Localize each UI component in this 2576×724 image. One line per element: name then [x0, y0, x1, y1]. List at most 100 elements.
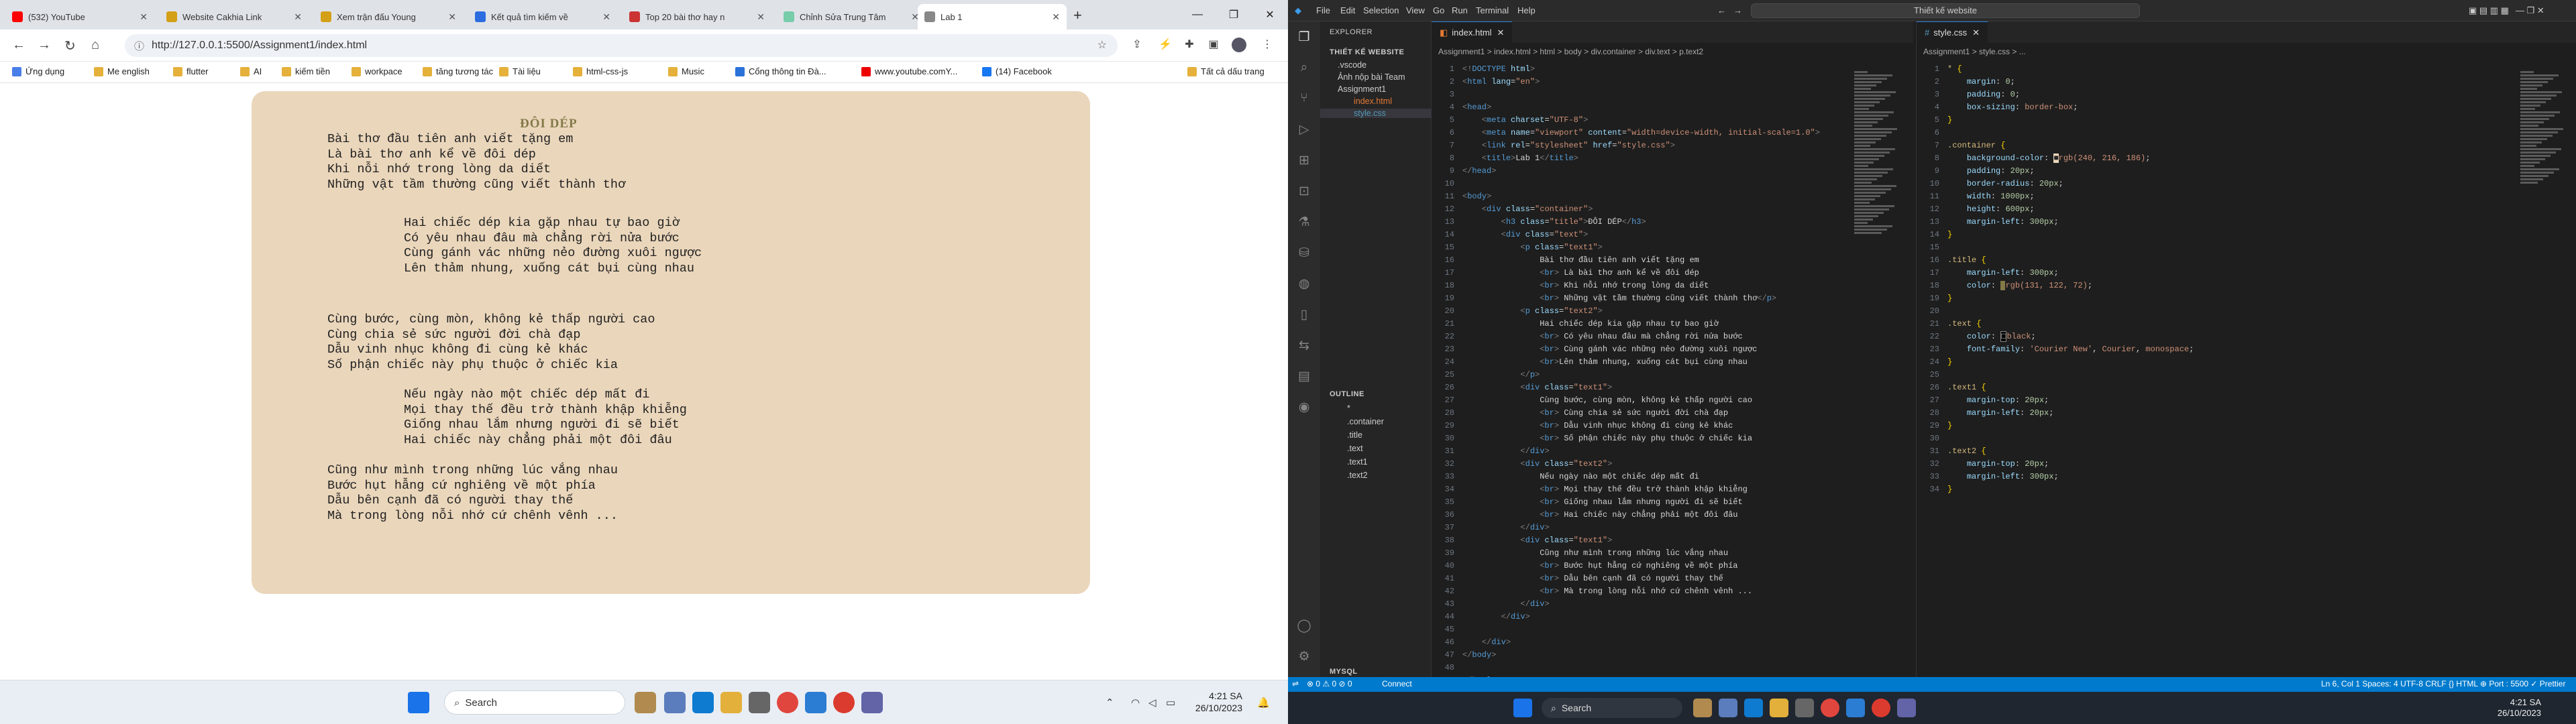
- chrome-icon-2[interactable]: [1821, 699, 1839, 717]
- tab-style-css[interactable]: # style.css ✕: [1917, 21, 1988, 43]
- browser-tab[interactable]: Top 20 bài thơ hay n ✕: [623, 4, 771, 29]
- tab-close-icon[interactable]: ✕: [140, 11, 148, 23]
- code-line[interactable]: <br> Dẫu vinh nhục không đi cùng kẻ khác: [1462, 421, 1733, 430]
- menu-go[interactable]: Go: [1433, 5, 1444, 15]
- docker-icon[interactable]: ◍: [1296, 276, 1312, 292]
- nav-back-icon[interactable]: ←: [1717, 5, 1726, 15]
- bookmark-item[interactable]: Tài liệu: [499, 66, 541, 76]
- share-icon[interactable]: ⇪: [1130, 38, 1144, 52]
- code-line[interactable]: <html lang="en">: [1462, 77, 1540, 86]
- terminal-icon[interactable]: [749, 692, 770, 713]
- settings-gear-icon[interactable]: ⚙: [1296, 649, 1312, 665]
- code-line[interactable]: <body>: [1462, 192, 1491, 201]
- tree-folder-assignment1[interactable]: Assignment1: [1338, 84, 1386, 94]
- code-line[interactable]: <meta name="viewport" content="width=dev…: [1462, 128, 1820, 137]
- tab-close-icon[interactable]: ✕: [757, 11, 765, 23]
- bookmark-item[interactable]: flutter: [173, 66, 209, 76]
- menu-dots-icon[interactable]: ⋮: [1260, 38, 1275, 52]
- copilot-icon[interactable]: [664, 692, 686, 713]
- vscode-taskbar-icon-2[interactable]: [1744, 699, 1763, 717]
- avatar[interactable]: [1232, 38, 1246, 52]
- tab-close-icon[interactable]: ✕: [448, 11, 456, 23]
- code-line[interactable]: box-sizing: border-box;: [1947, 103, 2078, 112]
- tab-close-icon[interactable]: ✕: [1052, 11, 1060, 23]
- back-icon[interactable]: ←: [12, 38, 25, 53]
- testing-icon[interactable]: ⚗: [1296, 215, 1312, 231]
- outline-item[interactable]: *: [1347, 404, 1350, 413]
- code-line[interactable]: <br> Giống nhau lắm nhưng người đi sẽ bi…: [1462, 497, 1742, 507]
- wifi-icon[interactable]: ◠: [1131, 697, 1140, 709]
- outline-item[interactable]: .text1: [1347, 457, 1368, 467]
- widgets-icon[interactable]: [635, 692, 656, 713]
- browser-tab[interactable]: Chỉnh Sửa Trung Tâm ✕: [777, 4, 926, 29]
- browser-tab[interactable]: Kết quả tìm kiếm về ✕: [468, 4, 617, 29]
- browser-tab[interactable]: Website Cakhia Link ✕: [160, 4, 309, 29]
- taskbar-search[interactable]: ⌕ Search: [444, 690, 625, 715]
- new-tab-button[interactable]: +: [1073, 7, 1082, 24]
- outline-item[interactable]: .text2: [1347, 471, 1368, 480]
- code-line[interactable]: <br> Là bài thơ anh kể về đôi dép: [1462, 268, 1699, 278]
- bookmark-item[interactable]: (14) Facebook: [982, 66, 1052, 76]
- code-line[interactable]: margin-left: 20px;: [1947, 408, 2054, 418]
- url-input[interactable]: ⓘ http://127.0.0.1:5500/Assignment1/inde…: [125, 34, 1118, 57]
- file-explorer-icon[interactable]: [720, 692, 742, 713]
- code-line[interactable]: <div class="text">: [1462, 230, 1589, 239]
- code-line[interactable]: .text2 {: [1947, 446, 1986, 456]
- code-line[interactable]: Hai chiếc dép kia gặp nhau tự bao giờ: [1462, 319, 1718, 328]
- code-line[interactable]: }: [1947, 421, 1952, 430]
- forward-icon[interactable]: →: [38, 38, 51, 53]
- file-explorer-icon-2[interactable]: [1770, 699, 1788, 717]
- code-line[interactable]: <meta charset="UTF-8">: [1462, 115, 1588, 125]
- code-line[interactable]: <br>Lên thảm nhung, xuống cát bụi cùng n…: [1462, 357, 1748, 367]
- code-line[interactable]: </div>: [1462, 638, 1511, 647]
- app-icon[interactable]: [805, 692, 826, 713]
- editor-style-css[interactable]: # style.css ✕ Assignment1 > style.css > ..…: [1916, 21, 2576, 677]
- code-line[interactable]: <p class="text2">: [1462, 306, 1602, 316]
- code-line[interactable]: margin-left: 300px;: [1947, 472, 2059, 481]
- bookmark-item[interactable]: Me english: [94, 66, 150, 76]
- teams-icon-2[interactable]: [1897, 699, 1916, 717]
- outline-item[interactable]: .container: [1347, 417, 1384, 426]
- minimize-icon[interactable]: —: [1179, 0, 1216, 29]
- code-line[interactable]: <br> Cùng gánh vác những nẻo đường xuôi …: [1462, 345, 1757, 354]
- minimap[interactable]: [1854, 70, 1901, 235]
- tab-index-html[interactable]: ◧ index.html ✕: [1432, 21, 1513, 43]
- code-line[interactable]: Nếu ngày nào một chiếc dép mất đi: [1462, 472, 1699, 481]
- outline-item[interactable]: .text: [1347, 444, 1363, 453]
- bookmark-item[interactable]: www.youtube.comY...: [861, 66, 957, 76]
- browser-icon[interactable]: [833, 692, 855, 713]
- app-icon-2[interactable]: [1846, 699, 1865, 717]
- code-line[interactable]: <link rel="stylesheet" href="style.css">: [1462, 141, 1675, 150]
- browser-tab[interactable]: Xem trận đấu Young ✕: [314, 4, 463, 29]
- code-line[interactable]: height: 600px;: [1947, 204, 2035, 214]
- close-window-icon[interactable]: ✕: [1252, 0, 1288, 29]
- menu-terminal[interactable]: Terminal: [1476, 5, 1509, 15]
- menu-edit[interactable]: Edit: [1340, 5, 1355, 15]
- bookmark-item[interactable]: Tất cả dấu trang: [1187, 66, 1265, 76]
- start-icon[interactable]: [408, 692, 429, 713]
- widgets-icon-2[interactable]: [1693, 699, 1712, 717]
- code-line[interactable]: margin: 0;: [1947, 77, 2015, 86]
- tab-close-icon[interactable]: ✕: [294, 11, 302, 23]
- command-center-search[interactable]: Thiết kế website: [1751, 3, 2140, 18]
- browser-icon-2[interactable]: [1872, 699, 1890, 717]
- gitlens-icon[interactable]: ◉: [1296, 400, 1312, 416]
- code-line[interactable]: <head>: [1462, 103, 1491, 112]
- connect-status[interactable]: Connect: [1382, 679, 1412, 688]
- terminal-icon-2[interactable]: [1795, 699, 1814, 717]
- code-line[interactable]: <br> Cùng chia sẻ sức người đời chà đạp: [1462, 408, 1728, 418]
- bookmark-star-icon[interactable]: ☆: [1097, 38, 1107, 52]
- code-line[interactable]: <h3 class="title">ĐÔI DÉP</h3>: [1462, 217, 1646, 227]
- vscode-taskbar-icon[interactable]: [692, 692, 714, 713]
- code-line[interactable]: }: [1947, 230, 1952, 239]
- browser-tab[interactable]: (532) YouTube ✕: [5, 4, 154, 29]
- tree-file-index-html[interactable]: index.html: [1354, 97, 1392, 106]
- tab-close-icon[interactable]: ✕: [602, 11, 610, 23]
- remote-icon[interactable]: ⊡: [1296, 184, 1312, 200]
- code-line[interactable]: <div class="text1">: [1462, 536, 1612, 545]
- project-root[interactable]: THIẾT KẾ WEBSITE: [1330, 48, 1404, 56]
- source-control-icon[interactable]: ⑂: [1296, 91, 1312, 107]
- search-icon[interactable]: ⌕: [1296, 60, 1312, 76]
- maximize-icon[interactable]: ❐: [1216, 0, 1252, 29]
- bookmark-item[interactable]: Cổng thông tin Đà...: [735, 66, 826, 76]
